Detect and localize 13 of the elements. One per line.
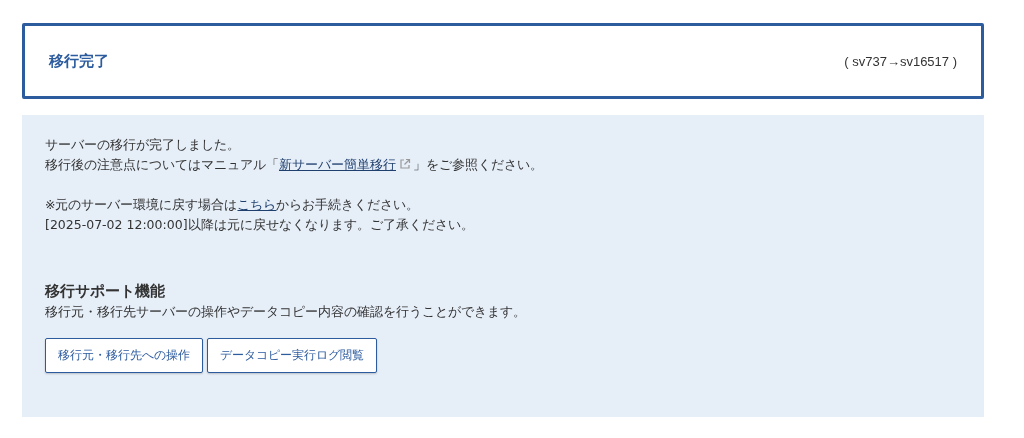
notice-text: サーバーの移行が完了しました。 xyxy=(45,136,241,154)
manual-link[interactable]: 新サーバー簡単移行 xyxy=(279,157,396,172)
notice-text: [2025-07-02 12:00:00]以降は元に戻せなくなります。ご了承ください。 xyxy=(45,216,475,234)
page-title: 移行完了 xyxy=(49,51,109,71)
notice-text: ※元のサーバー環境に戻す場合はこちらからお手続きください。 xyxy=(45,196,421,214)
section-title: 移行サポート機能 xyxy=(45,282,166,301)
external-link-icon xyxy=(399,158,411,170)
notice-text: 移行後の注意点についてはマニュアル「新サーバー簡単移行 」をご参照ください。 xyxy=(45,156,544,174)
action-button[interactable]: 移行元・移行先への操作 xyxy=(45,338,203,373)
procedure-link[interactable]: こちら xyxy=(237,197,277,212)
server-migration-label: ( sv737→sv16517 ) xyxy=(844,53,957,69)
section-description: 移行元・移行先サーバーの操作やデータコピー内容の確認を行うことができます。 xyxy=(45,303,527,321)
action-button[interactable]: データコピー実行ログ閲覧 xyxy=(207,338,377,373)
